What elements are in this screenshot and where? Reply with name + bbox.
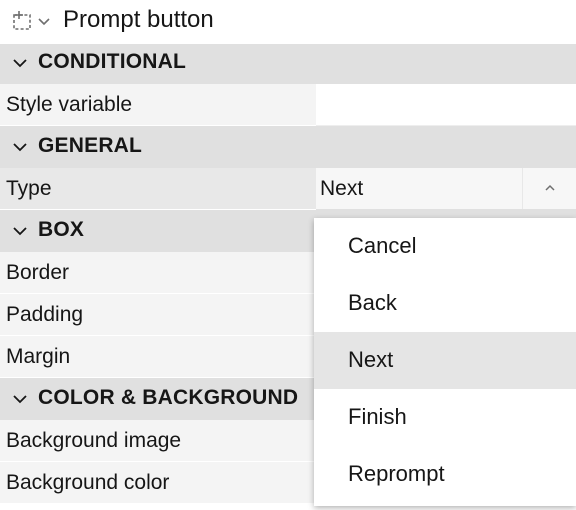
dashed-selection-icon[interactable] xyxy=(11,10,33,32)
property-label: Style variable xyxy=(6,93,133,116)
property-label: Background color xyxy=(6,471,170,494)
chevron-down-icon xyxy=(13,227,27,236)
section-general[interactable]: GENERAL xyxy=(0,126,576,168)
chevron-down-icon xyxy=(13,143,27,152)
section-conditional[interactable]: CONDITIONAL xyxy=(0,44,576,84)
type-dropdown-menu: Cancel Back Next Finish Reprompt xyxy=(314,218,576,506)
section-label: BOX xyxy=(38,218,85,241)
chevron-down-icon xyxy=(13,59,27,68)
property-label: Margin xyxy=(6,345,71,368)
dropdown-option-next[interactable]: Next xyxy=(314,332,576,389)
property-row-type: Type Next xyxy=(0,168,576,210)
property-label: Padding xyxy=(6,303,84,326)
chevron-down-icon[interactable] xyxy=(37,14,51,28)
property-row-style-variable: Style variable xyxy=(0,84,576,126)
style-variable-value[interactable] xyxy=(316,84,576,126)
chevron-up-icon xyxy=(545,184,555,191)
section-label: CONDITIONAL xyxy=(38,50,187,73)
dropdown-option-finish[interactable]: Finish xyxy=(314,389,576,446)
property-label: Background image xyxy=(6,429,182,452)
section-label: COLOR & BACKGROUND xyxy=(38,386,299,409)
panel-title: Prompt button xyxy=(63,6,214,33)
chevron-down-icon xyxy=(13,395,27,404)
type-select-value: Next xyxy=(320,177,364,200)
type-select-toggle[interactable] xyxy=(522,168,576,209)
panel-header: Prompt button xyxy=(0,0,576,40)
dropdown-option-reprompt[interactable]: Reprompt xyxy=(314,446,576,503)
property-label: Type xyxy=(6,177,52,200)
property-label: Border xyxy=(6,261,70,284)
section-label: GENERAL xyxy=(38,134,143,157)
type-select[interactable]: Next xyxy=(316,168,576,210)
dropdown-option-cancel[interactable]: Cancel xyxy=(314,218,576,275)
dropdown-option-back[interactable]: Back xyxy=(314,275,576,332)
